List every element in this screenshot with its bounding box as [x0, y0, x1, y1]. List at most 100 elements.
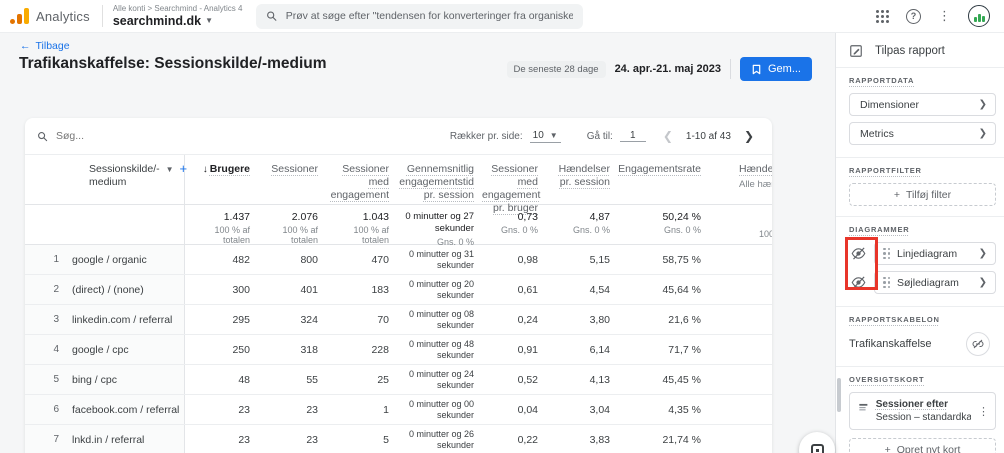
table-row[interactable]: 5 bing / cpc 48 55 25 0 minutter og 24 sekund… — [25, 365, 772, 395]
source-medium-value: facebook.com / referral — [72, 403, 180, 416]
source-medium-value: linkedin.com / referral — [72, 313, 173, 326]
metric-cell: 470 — [371, 253, 389, 266]
dimension-cell: 3 linkedin.com / referral — [25, 305, 185, 334]
section-label: RAPPORTFILTER — [849, 166, 922, 175]
drag-handle-icon[interactable] — [883, 276, 890, 289]
dimensions-button[interactable]: Dimensioner ❯ — [849, 93, 996, 116]
template-name: Trafikanskaffelse — [849, 338, 932, 350]
save-button[interactable]: Gem... — [739, 57, 812, 81]
chevron-down-icon: ▼ — [165, 165, 174, 174]
divider — [729, 59, 731, 79]
create-card-button[interactable]: + Opret nyt kort — [849, 438, 996, 453]
toggle-visibility-line-chart-icon[interactable] — [849, 246, 867, 261]
metric-cell: 5 — [383, 433, 389, 446]
global-search[interactable] — [256, 3, 584, 29]
table-row[interactable]: 4 google / cpc 250 318 228 0 minutter og 48 s… — [25, 335, 772, 365]
source-medium-value: google / cpc — [72, 343, 129, 356]
card-drag-icon[interactable] — [858, 401, 869, 414]
metric-cell: 0 minutter og 08 sekunder — [408, 308, 474, 330]
report-table-card: Rækker pr. side: 10 ▼ Gå til: ❮ 1-10 af … — [25, 118, 772, 453]
dimension-cell: 1 google / organic — [25, 245, 185, 274]
drag-handle-icon[interactable] — [883, 247, 890, 260]
date-preset-chip: De seneste 28 dage — [506, 60, 606, 78]
search-icon — [267, 11, 277, 21]
metric-cell: 183 — [371, 283, 389, 296]
metric-cell — [709, 425, 772, 453]
metric-cell: 318 — [300, 343, 318, 356]
metric-cell: 0 minutter og 24 sekunder — [408, 368, 474, 390]
source-medium-value: bing / cpc — [72, 373, 117, 386]
next-page-icon[interactable]: ❯ — [742, 129, 756, 143]
table-row[interactable]: 6 facebook.com / referral 23 23 1 0 minutter … — [25, 395, 772, 425]
source-medium-value: (direct) / (none) — [72, 283, 144, 296]
rows-per-page-label: Rækker pr. side: — [449, 130, 523, 142]
metric-cell: 23 — [238, 403, 250, 416]
metric-cell: 25 — [377, 373, 389, 386]
summary-card-subtitle: Session – standardkana... — [875, 412, 971, 423]
metric-cell: 70 — [377, 313, 389, 326]
metric-cell: 3,83 — [589, 433, 610, 446]
metric-cell: 324 — [300, 313, 318, 326]
pagination-range: 1-10 af 43 — [685, 130, 731, 142]
section-rapportskabelon: RAPPORTSKABELON Trafikanskaffelse — [836, 307, 1004, 367]
apps-grid-icon[interactable] — [876, 9, 889, 23]
account-switcher[interactable]: Alle konti > Searchmind - Analytics 4 se… — [113, 4, 243, 28]
metric-cell: 0,91 — [517, 343, 538, 356]
goto-page-input[interactable] — [619, 130, 646, 142]
metric-cell: 45,45 % — [662, 373, 701, 386]
global-search-input[interactable] — [285, 10, 574, 22]
unlink-template-button[interactable] — [966, 332, 990, 356]
table-header-row: Sessionskilde/-medium ▼ + ↓ Brugere Sessi… — [25, 155, 772, 215]
metric-cell: 0,61 — [517, 283, 538, 296]
source-medium-value: google / organic — [72, 253, 147, 266]
table-body: 1 google / organic 482 800 470 0 minutter og … — [25, 245, 772, 453]
chevron-down-icon: ▼ — [205, 16, 213, 25]
table-row[interactable]: 1 google / organic 482 800 470 0 minutter og … — [25, 245, 772, 275]
table-search-input[interactable] — [56, 130, 206, 142]
section-label: RAPPORTDATA — [849, 76, 915, 85]
chevron-right-icon: ❯ — [978, 99, 987, 110]
plus-icon: + — [884, 443, 891, 453]
metrics-button[interactable]: Metrics ❯ — [849, 122, 996, 145]
row-number: 4 — [53, 344, 59, 355]
summary-card-title: Sessioner efter — [875, 399, 948, 410]
toggle-visibility-bar-chart-icon[interactable] — [849, 275, 867, 290]
metric-cell: 0,22 — [517, 433, 538, 446]
chevron-down-icon: ▼ — [549, 130, 558, 140]
account-avatar[interactable] — [968, 5, 990, 27]
divider — [101, 5, 103, 27]
dimension-cell: 5 bing / cpc — [25, 365, 185, 394]
prev-page-icon[interactable]: ❮ — [661, 129, 675, 143]
table-totals-row: 1.437 100 % af totalen 2.076 100 % af tota… — [25, 205, 772, 247]
metric-cell: 58,75 % — [662, 253, 701, 266]
sidebar-scrollbar[interactable] — [837, 378, 841, 412]
metric-cell: 482 — [232, 253, 250, 266]
line-chart-button[interactable]: Linjediagram ❯ — [874, 242, 996, 265]
bar-chart-button[interactable]: Søjlediagram ❯ — [874, 271, 996, 294]
metric-cell: 0 minutter og 00 sekunder — [408, 398, 474, 420]
table-search[interactable] — [37, 130, 237, 142]
add-filter-button[interactable]: + Tilføj filter — [849, 183, 996, 206]
date-range-picker[interactable]: 24. apr.-21. maj 2023 — [615, 63, 721, 75]
section-label: OVERSIGTSKORT — [849, 375, 925, 384]
section-rapportdata: RAPPORTDATA Dimensioner ❯ Metrics ❯ — [836, 68, 1004, 158]
summary-card[interactable]: Sessioner efter Session – standardkana..… — [849, 392, 996, 430]
table-row[interactable]: 3 linkedin.com / referral 295 324 70 0 minutt… — [25, 305, 772, 335]
metric-cell: 0,98 — [517, 253, 538, 266]
brand-name: Analytics — [36, 8, 90, 24]
source-medium-value: lnkd.in / referral — [72, 433, 145, 446]
section-oversigtskort: OVERSIGTSKORT Sessioner efter Session – … — [836, 367, 1004, 453]
rows-per-page-select[interactable]: 10 ▼ — [529, 130, 561, 143]
topbar: Analytics Alle konti > Searchmind - Anal… — [0, 0, 1004, 33]
analytics-logo-icon[interactable] — [10, 8, 29, 24]
card-menu-icon[interactable]: ⋮ — [978, 405, 989, 418]
metric-cell: 48 — [238, 373, 250, 386]
bookmark-save-icon — [752, 64, 761, 74]
help-icon[interactable]: ? — [906, 8, 921, 24]
table-row[interactable]: 7 lnkd.in / referral 23 23 5 0 minutter og 26… — [25, 425, 772, 453]
more-options-icon[interactable]: ⋮ — [938, 8, 951, 24]
metric-cell: 0 minutter og 48 sekunder — [408, 338, 474, 360]
table-row[interactable]: 2 (direct) / (none) 300 401 183 0 minutter og… — [25, 275, 772, 305]
dimension-cell: 4 google / cpc — [25, 335, 185, 364]
back-link[interactable]: ← Tilbage — [20, 40, 70, 52]
